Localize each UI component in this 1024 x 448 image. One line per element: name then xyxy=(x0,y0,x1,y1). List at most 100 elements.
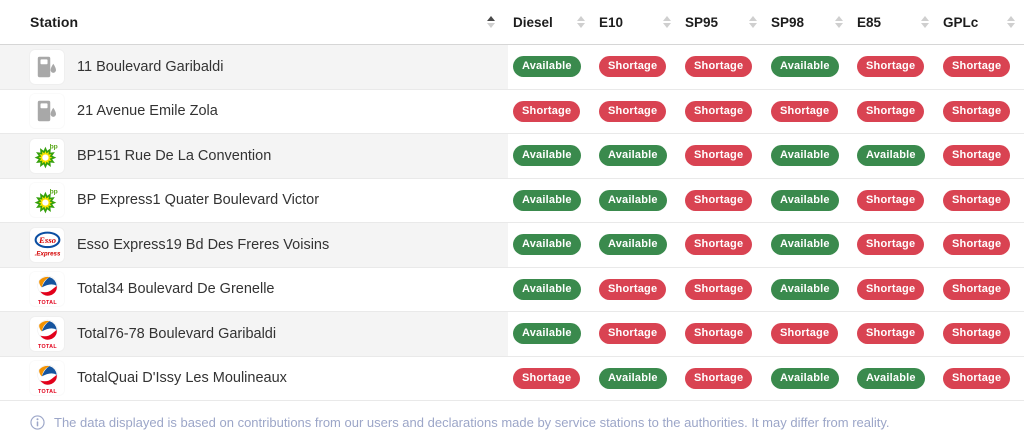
fuel-cell-e10: Available xyxy=(594,179,680,223)
station-row[interactable]: bp Esso .Express xyxy=(0,45,1024,90)
status-badge: Shortage xyxy=(599,56,666,77)
fuel-cell-sp95: Shortage xyxy=(680,134,766,178)
fuel-cell-diesel: Available xyxy=(508,223,594,267)
footer-disclaimer: The data displayed is based on contribut… xyxy=(30,415,1024,430)
fuel-cell-sp95: Shortage xyxy=(680,268,766,312)
status-badge: Available xyxy=(599,368,667,389)
svg-text:.Express: .Express xyxy=(34,251,60,258)
bp-logo-icon: bp xyxy=(32,185,63,216)
fuel-cell-sp95: Shortage xyxy=(680,90,766,134)
station-cell[interactable]: bp Esso .Express xyxy=(0,312,508,356)
status-badge: Available xyxy=(513,234,581,255)
fuel-column-header[interactable]: Diesel xyxy=(508,15,594,30)
station-column-label: Station xyxy=(30,14,78,30)
status-badge: Shortage xyxy=(857,234,924,255)
station-cell[interactable]: bp Esso .Express xyxy=(0,268,508,312)
fuel-column-header[interactable]: GPLc xyxy=(938,15,1024,30)
station-name: TotalQuai D'Issy Les Moulineaux xyxy=(77,370,287,386)
status-badge: Shortage xyxy=(943,56,1010,77)
status-badge: Available xyxy=(771,234,839,255)
fuel-cell-gplc: Shortage xyxy=(938,223,1024,267)
sort-icon[interactable] xyxy=(1007,16,1015,28)
status-badge: Shortage xyxy=(943,101,1010,122)
fuel-cell-e85: Available xyxy=(852,134,938,178)
fuel-cell-e10: Available xyxy=(594,357,680,401)
status-badge: Available xyxy=(771,190,839,211)
fuel-cell-e85: Shortage xyxy=(852,312,938,356)
station-row[interactable]: bp Esso .Express xyxy=(0,268,1024,313)
status-badge: Shortage xyxy=(943,368,1010,389)
fuel-cell-e10: Shortage xyxy=(594,45,680,89)
fuel-cell-sp95: Shortage xyxy=(680,179,766,223)
station-cell[interactable]: bp Esso .Express xyxy=(0,45,508,89)
fuel-column-header[interactable]: E85 xyxy=(852,15,938,30)
total-logo-icon: TOTAL xyxy=(32,363,63,394)
status-badge: Available xyxy=(513,56,581,77)
fuel-cell-gplc: Shortage xyxy=(938,179,1024,223)
station-name: 21 Avenue Emile Zola xyxy=(77,103,218,119)
status-badge: Shortage xyxy=(857,279,924,300)
status-badge: Available xyxy=(857,145,925,166)
fuel-cell-diesel: Available xyxy=(508,134,594,178)
station-cell[interactable]: bp Esso .Express xyxy=(0,357,508,401)
status-badge: Shortage xyxy=(685,190,752,211)
sort-ascending-icon[interactable] xyxy=(487,16,495,28)
station-row[interactable]: bp Esso .Express xyxy=(0,223,1024,268)
station-cell[interactable]: bp Esso .Express xyxy=(0,179,508,223)
table-body: bp Esso .Express xyxy=(0,45,1024,401)
fuel-cell-e10: Available xyxy=(594,134,680,178)
status-badge: Available xyxy=(771,56,839,77)
status-badge: Shortage xyxy=(685,145,752,166)
info-icon xyxy=(30,415,45,430)
table-header: Station Diesel E10 SP95 SP98 E85 GPLc xyxy=(0,0,1024,45)
sort-icon[interactable] xyxy=(663,16,671,28)
station-row[interactable]: bp Esso .Express xyxy=(0,312,1024,357)
fuel-cell-sp98: Available xyxy=(766,268,852,312)
station-name: BP151 Rue De La Convention xyxy=(77,148,271,164)
station-cell[interactable]: bp Esso .Express xyxy=(0,90,508,134)
fuel-column-label: GPLc xyxy=(943,15,978,30)
fuel-cell-diesel: Shortage xyxy=(508,90,594,134)
fuel-cell-gplc: Shortage xyxy=(938,90,1024,134)
station-brand-icon: bp Esso .Express xyxy=(30,272,64,306)
sort-icon[interactable] xyxy=(577,16,585,28)
fuel-cell-sp95: Shortage xyxy=(680,223,766,267)
station-name: Total34 Boulevard De Grenelle xyxy=(77,281,274,297)
status-badge: Available xyxy=(771,145,839,166)
bp-logo-icon: bp xyxy=(32,140,63,171)
fuel-column-header[interactable]: E10 xyxy=(594,15,680,30)
station-row[interactable]: bp Esso .Express xyxy=(0,179,1024,224)
status-badge: Shortage xyxy=(943,234,1010,255)
station-brand-icon: bp Esso .Express xyxy=(30,139,64,173)
sort-icon[interactable] xyxy=(921,16,929,28)
column-header-station[interactable]: Station xyxy=(0,14,508,30)
station-brand-icon: bp Esso .Express xyxy=(30,317,64,351)
status-badge: Shortage xyxy=(857,190,924,211)
fuel-cell-diesel: Available xyxy=(508,45,594,89)
fuel-pump-icon xyxy=(34,98,60,124)
station-brand-icon: bp Esso .Express xyxy=(30,361,64,395)
fuel-column-header[interactable]: SP95 xyxy=(680,15,766,30)
svg-text:TOTAL: TOTAL xyxy=(38,344,57,349)
station-row[interactable]: bp Esso .Express xyxy=(0,134,1024,179)
sort-icon[interactable] xyxy=(749,16,757,28)
station-cell[interactable]: bp Esso .Express xyxy=(0,134,508,178)
status-badge: Available xyxy=(513,190,581,211)
fuel-cell-gplc: Shortage xyxy=(938,312,1024,356)
fuel-column-header[interactable]: SP98 xyxy=(766,15,852,30)
status-badge: Available xyxy=(599,145,667,166)
status-badge: Available xyxy=(513,145,581,166)
status-badge: Available xyxy=(513,323,581,344)
sort-icon[interactable] xyxy=(835,16,843,28)
station-row[interactable]: bp Esso .Express xyxy=(0,357,1024,402)
fuel-column-label: E10 xyxy=(599,15,623,30)
svg-text:Esso: Esso xyxy=(37,235,56,245)
fuel-column-label: SP98 xyxy=(771,15,804,30)
fuel-cell-sp95: Shortage xyxy=(680,357,766,401)
status-badge: Available xyxy=(771,279,839,300)
station-cell[interactable]: bp Esso .Express xyxy=(0,223,508,267)
status-badge: Shortage xyxy=(513,101,580,122)
station-row[interactable]: bp Esso .Express xyxy=(0,90,1024,135)
esso-express-logo-icon: Esso .Express xyxy=(32,229,63,260)
fuel-cell-gplc: Shortage xyxy=(938,357,1024,401)
